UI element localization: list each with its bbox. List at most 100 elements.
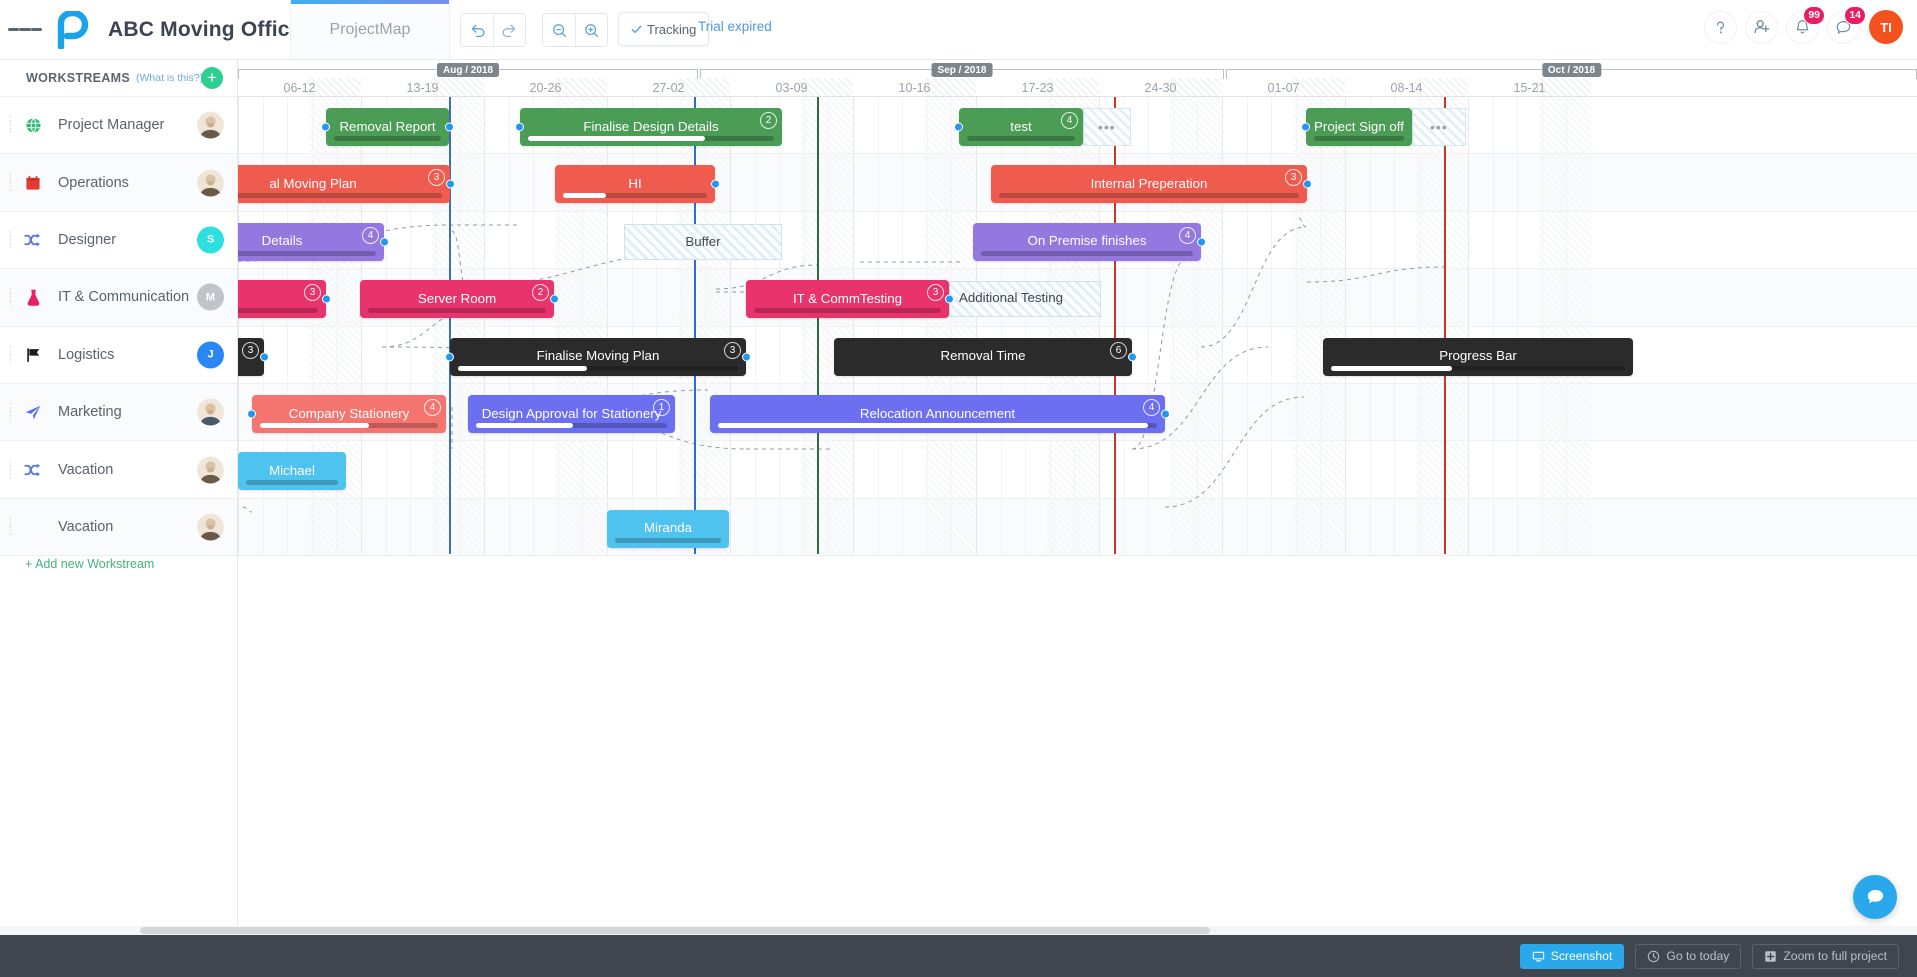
- zoom-out-icon[interactable]: [543, 14, 575, 46]
- task-overflow-ellipsis[interactable]: •••: [1098, 119, 1116, 135]
- task-bar[interactable]: Details 4: [238, 223, 384, 261]
- task-link-handle-right[interactable]: [711, 180, 720, 189]
- task-subtask-count[interactable]: 4: [1143, 399, 1160, 416]
- task-bar[interactable]: On Premise finishes 4: [973, 223, 1201, 261]
- task-bar[interactable]: Design Approval for Stationery 1: [468, 395, 675, 433]
- task-subtask-count[interactable]: 3: [242, 342, 259, 359]
- task-bar[interactable]: Finalise Design Details 2: [520, 108, 782, 146]
- timeline-week-tick[interactable]: 17-23: [976, 78, 1099, 97]
- scrollbar-thumb[interactable]: [140, 927, 1210, 934]
- proggio-logo-icon[interactable]: [50, 9, 92, 51]
- avatar[interactable]: TI: [1869, 10, 1903, 44]
- task-subtask-count[interactable]: 3: [304, 284, 321, 301]
- timeline-week-tick[interactable]: 01-07: [1222, 78, 1345, 97]
- avatar[interactable]: M: [197, 284, 224, 311]
- buffer-block[interactable]: Buffer: [624, 224, 782, 260]
- timeline-week-tick[interactable]: 15-21: [1468, 78, 1591, 97]
- task-link-handle-right[interactable]: [445, 123, 454, 132]
- avatar[interactable]: [197, 169, 224, 196]
- task-subtask-count[interactable]: 4: [362, 227, 379, 244]
- timeline-week-tick[interactable]: 20-26: [484, 78, 607, 97]
- task-subtask-count[interactable]: 2: [532, 284, 549, 301]
- task-link-handle-right[interactable]: [322, 295, 331, 304]
- task-link-handle-left[interactable]: [247, 410, 256, 419]
- undo-icon[interactable]: [461, 14, 493, 46]
- task-bar[interactable]: IT & CommTesting 3: [746, 280, 949, 318]
- drag-handle-icon[interactable]: ⋮⋮: [5, 232, 13, 248]
- task-bar[interactable]: Miranda: [607, 510, 729, 548]
- task-link-handle-right[interactable]: [1303, 180, 1312, 189]
- gantt-chart-area[interactable]: BufferAdditional TestingRemoval Report F…: [238, 97, 1917, 977]
- task-bar[interactable]: test 4: [959, 108, 1083, 146]
- drag-handle-icon[interactable]: ⋮⋮: [5, 347, 13, 363]
- sidebar-item-logistics[interactable]: ⋮⋮ Logistics J: [0, 327, 237, 384]
- task-link-handle-right[interactable]: [550, 295, 559, 304]
- task-subtask-count[interactable]: 3: [428, 169, 445, 186]
- milestone-green[interactable]: [817, 97, 819, 554]
- task-subtask-count[interactable]: 3: [927, 284, 944, 301]
- timeline-week-tick[interactable]: 24-30: [1099, 78, 1222, 97]
- sidebar-item-project-manager[interactable]: ⋮⋮ Project Manager: [0, 97, 237, 154]
- sidebar-item-operations[interactable]: ⋮⋮ Operations: [0, 154, 237, 211]
- go-to-today-button[interactable]: Go to today: [1635, 944, 1741, 969]
- timeline-week-tick[interactable]: 03-09: [730, 78, 853, 97]
- trial-expired-link[interactable]: Trial expired: [698, 19, 772, 34]
- add-user-icon[interactable]: [1746, 12, 1777, 43]
- task-bar[interactable]: Project Sign off: [1306, 108, 1412, 146]
- task-subtask-count[interactable]: 4: [1179, 227, 1196, 244]
- drag-handle-icon[interactable]: ⋮⋮: [5, 289, 13, 305]
- task-bar[interactable]: HI: [555, 165, 715, 203]
- task-bar[interactable]: Company Stationery 4: [252, 395, 446, 433]
- task-subtask-count[interactable]: 4: [424, 399, 441, 416]
- zoom-to-full-project-button[interactable]: Zoom to full project: [1752, 944, 1899, 969]
- timeline-week-tick[interactable]: 08-14: [1345, 78, 1468, 97]
- task-link-handle-right[interactable]: [1161, 410, 1170, 419]
- drag-handle-icon[interactable]: ⋮⋮: [5, 404, 13, 420]
- task-bar[interactable]: Removal Time6: [834, 338, 1132, 376]
- tab-projectmap[interactable]: ProjectMap: [290, 0, 450, 59]
- task-link-handle-left[interactable]: [321, 123, 330, 132]
- task-bar[interactable]: Finalise Moving Plan 3: [450, 338, 746, 376]
- task-link-handle-left[interactable]: [954, 123, 963, 132]
- milestone-blue[interactable]: [449, 97, 451, 554]
- task-link-handle-left[interactable]: [1301, 123, 1310, 132]
- zoom-in-icon[interactable]: [575, 14, 607, 46]
- sidebar-item-vacation[interactable]: ⋮⋮ Vacation: [0, 441, 237, 498]
- avatar[interactable]: J: [197, 341, 224, 368]
- task-link-handle-right[interactable]: [945, 295, 954, 304]
- timeline-week-tick[interactable]: 06-12: [238, 78, 361, 97]
- drag-handle-icon[interactable]: ⋮⋮: [5, 462, 13, 478]
- task-link-handle-right[interactable]: [1197, 237, 1206, 246]
- drag-handle-icon[interactable]: ⋮⋮: [5, 519, 13, 535]
- sidebar-item-designer[interactable]: ⋮⋮ Designer S: [0, 212, 237, 269]
- workstreams-hint-link[interactable]: (What is this?): [136, 72, 203, 84]
- task-subtask-count[interactable]: 3: [724, 342, 741, 359]
- chat-icon[interactable]: 14: [1828, 12, 1859, 43]
- avatar[interactable]: [197, 399, 224, 426]
- avatar[interactable]: S: [197, 226, 224, 253]
- redo-icon[interactable]: [493, 14, 525, 46]
- chat-bubble-icon[interactable]: [1853, 875, 1897, 919]
- screenshot-button[interactable]: Screenshot: [1520, 944, 1625, 969]
- task-subtask-count[interactable]: 3: [1285, 169, 1302, 186]
- task-bar[interactable]: Removal Report: [326, 108, 449, 146]
- avatar[interactable]: [197, 513, 224, 540]
- bell-icon[interactable]: 99: [1787, 12, 1818, 43]
- timeline-week-tick[interactable]: 27-02: [607, 78, 730, 97]
- task-subtask-count[interactable]: 4: [1061, 112, 1078, 129]
- task-link-handle-left[interactable]: [445, 352, 454, 361]
- task-overflow-ellipsis[interactable]: •••: [1430, 119, 1448, 135]
- horizontal-scrollbar[interactable]: [0, 926, 1917, 935]
- task-bar[interactable]: Michael: [238, 452, 346, 490]
- milestone-red-right[interactable]: [1444, 97, 1446, 554]
- task-link-handle-left[interactable]: [515, 123, 524, 132]
- task-link-handle-right[interactable]: [1128, 352, 1137, 361]
- drag-handle-icon[interactable]: ⋮⋮: [5, 175, 13, 191]
- task-link-handle-right[interactable]: [742, 352, 751, 361]
- help-icon[interactable]: [1705, 12, 1736, 43]
- task-link-handle-right[interactable]: [260, 352, 269, 361]
- avatar[interactable]: [197, 112, 224, 139]
- task-link-handle-right[interactable]: [446, 180, 455, 189]
- task-bar[interactable]: 3: [238, 280, 326, 318]
- timeline-header[interactable]: Aug / 2018 Sep / 2018 Oct / 201806-1213-…: [238, 60, 1917, 97]
